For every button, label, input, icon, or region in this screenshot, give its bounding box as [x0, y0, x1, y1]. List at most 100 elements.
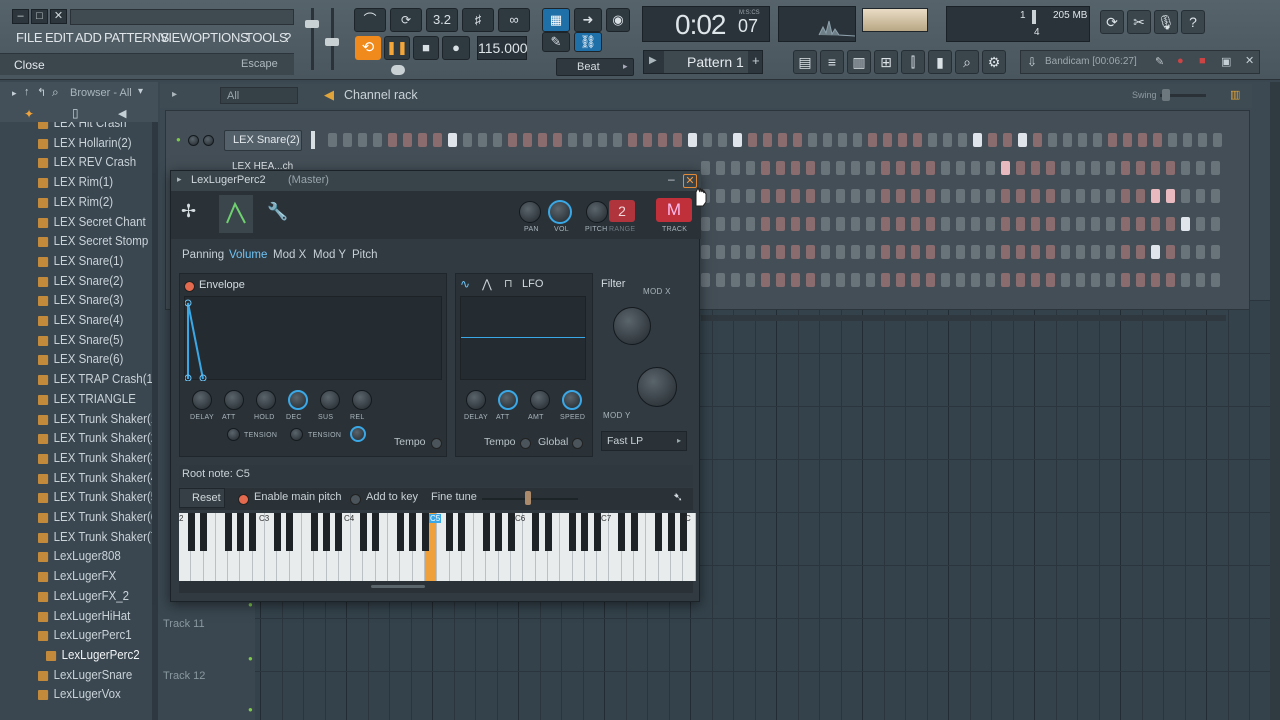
step-button[interactable] [1198, 133, 1207, 147]
step-button[interactable] [761, 245, 770, 259]
black-key[interactable] [372, 513, 380, 551]
stop-record-icon[interactable]: ■ [1199, 55, 1206, 67]
black-key[interactable] [249, 513, 257, 551]
maximize-icon[interactable]: □ [31, 9, 48, 24]
browser-item[interactable]: LEX Trunk Shaker(3) [38, 451, 158, 465]
mixer-track-value[interactable]: M [656, 198, 692, 222]
track-11-label[interactable]: Track 11 [163, 618, 205, 630]
browser-item[interactable]: LEX Trunk Shaker(6) [38, 510, 158, 524]
step-button[interactable] [1106, 245, 1115, 259]
env-att-knob[interactable] [224, 390, 244, 410]
step-button[interactable] [731, 161, 740, 175]
step-button[interactable] [911, 161, 920, 175]
step-button[interactable] [478, 133, 487, 147]
step-button[interactable] [898, 133, 907, 147]
step-button[interactable] [1076, 217, 1085, 231]
step-button[interactable] [1138, 133, 1147, 147]
step-button[interactable] [836, 189, 845, 203]
step-button[interactable] [568, 133, 577, 147]
step-button[interactable] [926, 161, 935, 175]
link-icon[interactable]: ⛓ [574, 32, 602, 52]
record-button[interactable]: ● [442, 36, 470, 60]
step-button[interactable] [1166, 217, 1175, 231]
black-key[interactable] [495, 513, 503, 551]
black-key[interactable] [544, 513, 552, 551]
step-button[interactable] [791, 217, 800, 231]
step-edit-icon[interactable]: ♯ [462, 8, 494, 32]
step-button[interactable] [508, 133, 517, 147]
channel-led-icon[interactable]: ● [176, 135, 181, 144]
step-button[interactable] [956, 245, 965, 259]
step-button[interactable] [821, 217, 830, 231]
step-button[interactable] [1136, 161, 1145, 175]
browser-item[interactable]: LexLuger808 [38, 549, 121, 563]
step-button[interactable] [761, 161, 770, 175]
step-button[interactable] [1181, 189, 1190, 203]
step-button[interactable] [821, 189, 830, 203]
step-button[interactable] [821, 161, 830, 175]
add-pattern-icon[interactable]: + [752, 53, 760, 68]
step-button[interactable] [463, 133, 472, 147]
step-button[interactable] [866, 245, 875, 259]
black-key[interactable] [360, 513, 367, 551]
plugin-minimize-icon[interactable]: – [668, 172, 675, 186]
browser-search-icon[interactable]: ⌕ [52, 85, 59, 100]
step-button[interactable] [731, 245, 740, 259]
envelope-graph[interactable] [184, 296, 442, 381]
step-button[interactable] [1196, 189, 1205, 203]
step-button[interactable] [851, 245, 860, 259]
black-key[interactable] [335, 513, 343, 551]
step-button[interactable] [1016, 161, 1025, 175]
browser-item[interactable]: LEX Snare(6) [38, 352, 123, 366]
channel-filter[interactable]: All [220, 87, 298, 104]
track-led-icon[interactable]: ● [248, 705, 253, 714]
step-button[interactable] [1106, 273, 1115, 287]
step-button[interactable] [1166, 273, 1175, 287]
black-key[interactable] [200, 513, 208, 551]
step-button[interactable] [808, 133, 817, 147]
step-button[interactable] [1061, 273, 1070, 287]
step-button[interactable] [1046, 161, 1055, 175]
speaker-preview-icon[interactable]: ◀ [118, 107, 126, 120]
step-button[interactable] [1001, 245, 1010, 259]
browser-item[interactable]: LEX Rim(1) [38, 175, 113, 189]
step-button[interactable] [1151, 273, 1160, 287]
step-button[interactable] [1061, 189, 1070, 203]
step-button[interactable] [791, 245, 800, 259]
step-button[interactable] [718, 133, 727, 147]
pattern-selector[interactable]: ▶ Pattern 1 + [643, 50, 763, 74]
step-button[interactable] [1046, 273, 1055, 287]
step-button[interactable] [1091, 189, 1100, 203]
step-button[interactable] [881, 245, 890, 259]
menu-tools[interactable]: TOOLS [245, 30, 288, 45]
step-button[interactable] [1123, 133, 1132, 147]
volume-knob[interactable] [548, 200, 572, 224]
step-button[interactable] [1211, 273, 1220, 287]
step-button[interactable] [836, 161, 845, 175]
step-button[interactable] [553, 133, 562, 147]
pencil-icon[interactable]: ✎ [542, 32, 570, 52]
mixer-icon[interactable]: ⫿ [901, 50, 925, 74]
menu-view[interactable]: VIEW [160, 30, 192, 45]
browser-item[interactable]: LEX Rim(2) [38, 195, 113, 209]
step-button[interactable] [926, 245, 935, 259]
step-button[interactable] [956, 161, 965, 175]
step-button[interactable] [776, 245, 785, 259]
swing-handle[interactable] [1162, 89, 1170, 101]
env-hold-knob[interactable] [256, 390, 276, 410]
black-key[interactable] [569, 513, 577, 551]
step-button[interactable] [941, 161, 950, 175]
step-button[interactable] [806, 189, 815, 203]
lfo-delay-knob[interactable] [466, 390, 486, 410]
step-button[interactable] [433, 133, 442, 147]
step-button[interactable] [583, 133, 592, 147]
cut-icon[interactable]: ✂ [1127, 10, 1151, 34]
step-button[interactable] [746, 273, 755, 287]
browser-item[interactable]: LEX TRIANGLE [38, 392, 136, 406]
step-button[interactable] [746, 245, 755, 259]
pen-icon[interactable]: ✎ [1155, 55, 1164, 68]
black-key[interactable] [409, 513, 417, 551]
tab-volume[interactable]: Volume [229, 249, 267, 261]
browser-icon[interactable]: ⌕ [955, 50, 979, 74]
step-button[interactable] [523, 133, 532, 147]
